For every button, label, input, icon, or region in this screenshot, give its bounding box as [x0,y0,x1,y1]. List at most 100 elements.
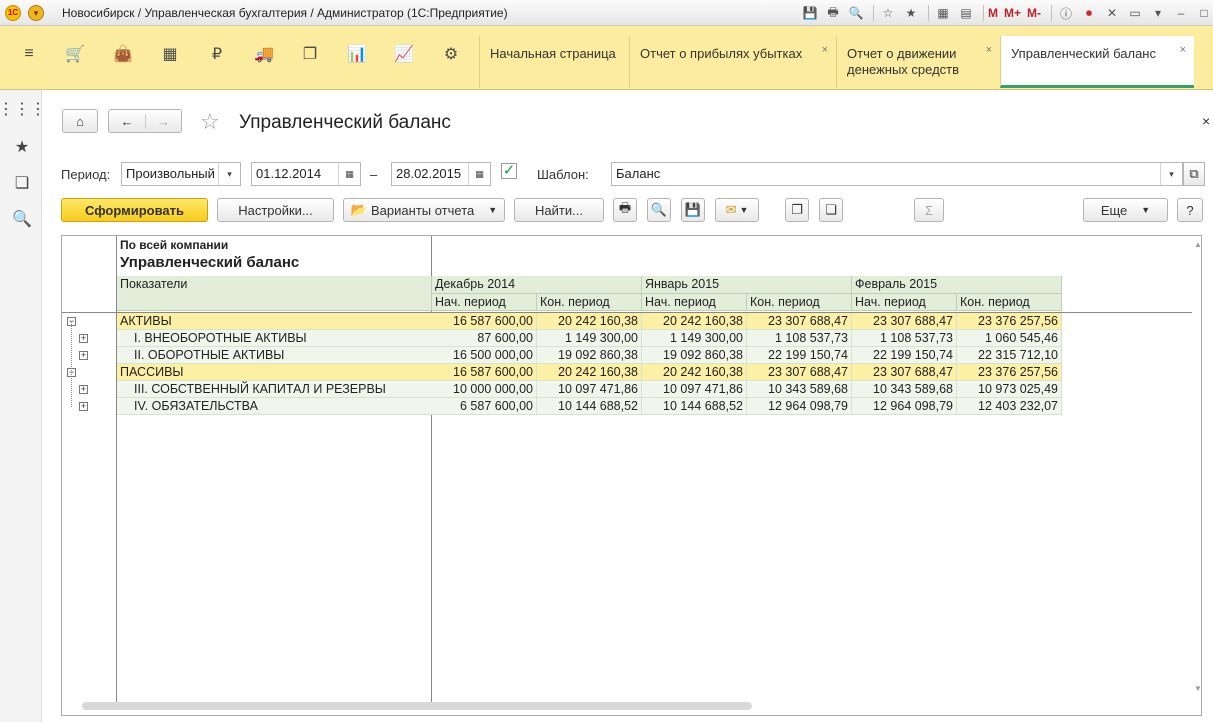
main-menu-button[interactable]: ▾ [28,5,44,21]
separator [928,5,929,21]
copy-button[interactable]: ❐ [785,198,809,222]
expand-icon[interactable]: + [79,402,88,411]
date-from-field[interactable]: 01.12.2014 ▦ [251,162,361,186]
close-icon[interactable]: × [986,42,992,58]
preview-button[interactable]: 🔍 [647,198,671,222]
settings-button[interactable]: Настройки... [217,198,334,222]
close-window-icon[interactable]: ✕ [1102,3,1122,23]
sigma-icon: Σ [924,202,934,218]
ruble-icon[interactable]: ₽ [206,43,228,65]
value-cell: 10 973 025,49 [957,381,1062,398]
expand-icon[interactable]: + [79,385,88,394]
close-form-icon[interactable]: × [1202,113,1210,129]
favorites-icon[interactable]: ★ [901,3,921,23]
date-to-field[interactable]: 28.02.2015 ▦ [391,162,491,186]
calendar-icon[interactable]: ▦ [468,163,490,185]
date-to-value: 28.02.2015 [396,166,462,181]
warehouse-icon[interactable]: ▦ [159,43,181,65]
save-icon[interactable]: 💾 [800,3,820,23]
period-label: Период: [61,167,111,182]
home-button[interactable]: ⌂ [62,109,98,133]
value-cell: 16 500 000,00 [432,347,537,364]
bag-icon[interactable]: 👜 [112,43,134,65]
minimize-icon[interactable]: ▭ [1125,3,1145,23]
chevron-down-icon[interactable]: ▾ [1160,163,1182,185]
separator [1051,5,1053,21]
gear-icon[interactable]: ⚙ [440,43,462,65]
calendar-icon[interactable]: ▤ [956,3,976,23]
row-name: III. СОБСТВЕННЫЙ КАПИТАЛ И РЕЗЕРВЫ [117,381,432,398]
expand-icon[interactable]: + [79,351,88,360]
tab-cash-flow[interactable]: Отчет о движении денежных средств × [836,36,1000,88]
send-email-button[interactable]: ✉ ▼ [715,198,759,222]
tab-management-balance[interactable]: Управленческий баланс × [1000,36,1194,88]
save-button[interactable]: 💾 [681,198,705,222]
date-dash: – [370,167,378,182]
scroll-down-icon[interactable]: ▼ [1194,684,1201,693]
template-select[interactable]: Баланс ▾ [611,162,1183,186]
start-period-header: Нач. период [432,294,537,311]
close-icon[interactable]: × [822,42,828,58]
value-cell: 1 149 300,00 [642,330,747,347]
search-icon[interactable]: 🔍 [11,208,33,230]
value-cell: 10 097 471,86 [537,381,642,398]
horizontal-scrollbar[interactable] [82,702,752,710]
apps-grid-icon[interactable]: ⋮⋮⋮ [0,98,46,120]
memory-plus-button[interactable]: M+ [1004,3,1021,23]
scroll-up-icon[interactable]: ▲ [1194,240,1201,249]
tab-profit-loss[interactable]: Отчет о прибылях убытках × [629,36,836,88]
value-cell: 12 964 098,79 [852,398,957,415]
left-sidebar: ⋮⋮⋮ ★ ❏ 🔍 [0,90,46,722]
chevron-down-icon: ▼ [739,205,749,215]
favorites-add-icon[interactable]: ☆ [878,3,898,23]
trend-icon[interactable]: 📈 [393,43,415,65]
sum-button[interactable]: Σ [914,198,944,222]
value-cell: 20 242 160,38 [642,364,747,381]
template-checkbox[interactable]: ✓ [501,163,517,179]
period-type-select[interactable]: Произвольный ▾ [121,162,241,186]
open-template-button[interactable]: ⧉ [1183,162,1205,186]
calendar-icon[interactable]: ▦ [338,163,360,185]
chevron-down-icon[interactable]: ▾ [1148,3,1168,23]
report-spreadsheet[interactable]: По всей компании Управленческий баланс П… [61,235,1202,716]
tab-label: Управленческий баланс [1011,46,1156,61]
back-arrow-icon[interactable]: ← [109,114,145,129]
bar-chart-icon[interactable]: 📊 [346,43,368,65]
preview-icon[interactable]: 🔍 [846,3,866,23]
menu-icon[interactable]: ≡ [18,43,40,65]
memory-button[interactable]: M [988,3,998,23]
paste-button[interactable]: ❏ [819,198,843,222]
print-icon[interactable]: 🖶 [823,3,843,23]
end-period-header: Кон. период [747,294,852,311]
chevron-down-icon[interactable]: ▾ [218,163,240,185]
memory-minus-button[interactable]: M- [1027,3,1041,23]
truck-icon[interactable]: 🚚 [253,43,275,65]
report-variants-button[interactable]: 📂 Варианты отчета ▼ [343,198,505,222]
star-icon[interactable]: ★ [11,136,33,158]
window-maximize-icon[interactable]: □ [1194,3,1213,23]
print-button[interactable]: 🖶 [613,198,637,222]
tab-home[interactable]: Начальная страница [479,36,629,88]
find-button[interactable]: Найти... [514,198,604,222]
window-minimize-icon[interactable]: – [1171,3,1191,23]
value-cell: 20 242 160,38 [642,313,747,330]
value-cell: 23 376 257,56 [957,364,1062,381]
info-icon[interactable]: ⓘ [1056,3,1076,23]
favorite-star-icon[interactable]: ☆ [200,109,220,135]
history-icon[interactable]: ❏ [11,172,33,194]
generate-button[interactable]: Сформировать [61,198,208,222]
close-icon[interactable]: × [1180,42,1186,58]
forward-arrow-icon[interactable]: → [145,113,181,129]
expand-icon[interactable]: + [79,334,88,343]
value-cell: 22 199 150,74 [852,347,957,364]
value-cell: 23 307 688,47 [747,313,852,330]
cart-icon[interactable]: 🛒 [64,43,86,65]
record-icon[interactable]: ⏺ [1079,3,1099,23]
month-header: Декабрь 2014 [432,276,642,294]
value-cell: 16 587 600,00 [432,364,537,381]
calculator-icon[interactable]: ▦ [933,3,953,23]
row-name: ПАССИВЫ [117,364,432,381]
help-button[interactable]: ? [1177,198,1203,222]
more-button[interactable]: Еще ▼ [1083,198,1168,222]
documents-icon[interactable]: ❐ [299,43,321,65]
